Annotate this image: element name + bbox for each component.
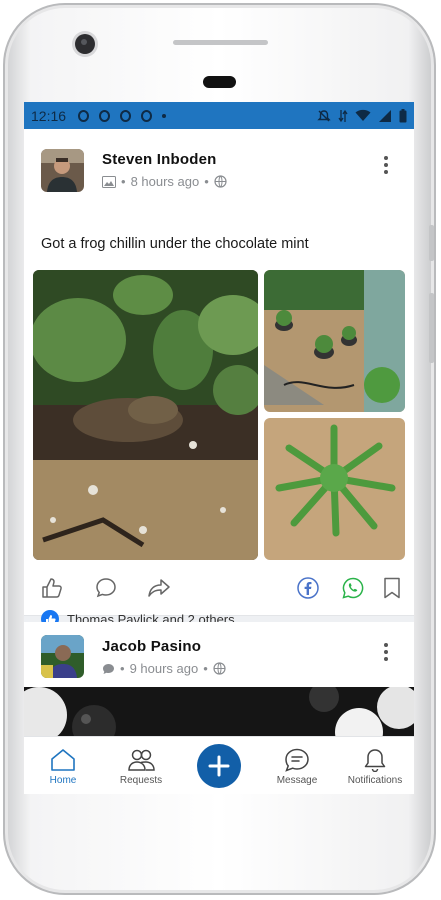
people-icon [128,749,155,771]
photo-icon [102,175,116,188]
status-time: 12:16 [31,107,67,124]
data-arrows-icon [338,109,348,122]
proximity-sensor [203,76,236,88]
message-icon [285,748,309,772]
bottom-navigation: Home Requests Message Notifications [24,736,414,794]
post-meta: • 8 hours ago • [102,174,227,189]
bookmark-icon[interactable] [383,577,401,599]
notification-icon [78,109,90,122]
post-time: 8 hours ago [130,174,200,189]
meta-separator-dot: • [121,174,126,189]
meta-separator-dot: • [203,661,208,676]
cell-signal-icon [379,109,391,122]
wifi-icon [355,109,371,121]
nav-requests[interactable]: Requests [104,737,178,794]
nav-requests-label: Requests [119,775,163,786]
nav-notifications-label: Notifications [347,775,403,786]
post-meta: • 9 hours ago • [102,661,226,676]
nav-message-label: Message [276,775,318,786]
status-bar: 12:16 [24,102,414,129]
earpiece-speaker [173,40,268,45]
post-photo-plant[interactable] [264,418,405,560]
app-screen: 12:16 Steven Inboden • 8 hours ago • Got… [24,102,414,794]
post-photo-garden[interactable] [264,270,405,412]
globe-icon [213,662,226,675]
post-options-icon[interactable] [384,643,388,661]
bell-icon [364,749,386,772]
like-icon[interactable] [41,577,63,599]
post-actions [41,577,400,601]
nav-create[interactable] [182,737,256,794]
front-camera [75,34,95,54]
home-icon [51,749,75,771]
nav-notifications[interactable]: Notifications [338,737,412,794]
globe-icon [214,175,227,188]
post-time: 9 hours ago [129,661,199,676]
power-button [429,225,434,261]
nav-home[interactable]: Home [26,737,100,794]
post-photo-frog[interactable] [33,270,258,560]
nav-message[interactable]: Message [260,737,334,794]
photo-grid [33,270,405,560]
nav-home-label: Home [49,775,77,786]
post-author-name[interactable]: Jacob Pasino [102,638,201,655]
author-avatar[interactable] [41,149,84,192]
author-avatar[interactable] [41,635,84,678]
volume-button [429,293,434,363]
silent-bell-icon [317,109,331,121]
comment-icon[interactable] [95,577,117,599]
post-text: Got a frog chillin under the chocolate m… [41,236,309,252]
facebook-share-icon[interactable] [297,577,319,599]
notification-icon [141,109,153,122]
share-icon[interactable] [147,577,171,599]
post-card: Steven Inboden • 8 hours ago • Got a fro… [24,129,414,628]
battery-icon [399,108,407,122]
post-author-name[interactable]: Steven Inboden [102,151,216,168]
create-post-button[interactable] [197,744,241,788]
post-options-icon[interactable] [384,156,388,174]
notification-icon [120,109,132,122]
notification-icon [99,109,111,122]
more-notifications-dot-icon [162,113,167,118]
whatsapp-share-icon[interactable] [342,577,364,599]
meta-separator-dot: • [204,174,209,189]
meta-separator-dot: • [120,661,125,676]
status-comment-icon [103,663,114,674]
plus-icon [208,755,230,777]
